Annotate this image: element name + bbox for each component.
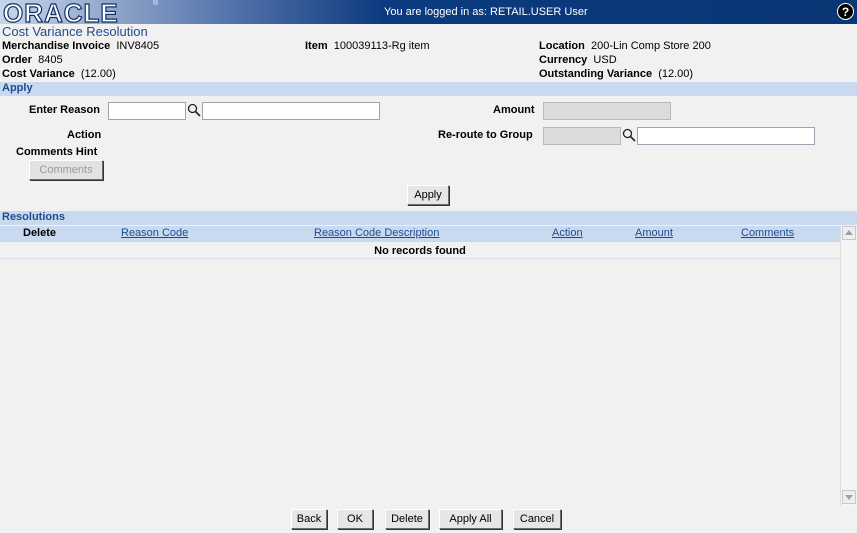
enter-reason-code-input[interactable] <box>108 102 186 120</box>
col-action[interactable]: Action <box>552 227 583 239</box>
scroll-up-button[interactable] <box>842 226 856 240</box>
apply-button[interactable]: Apply <box>407 185 449 205</box>
reroute-code-input <box>543 127 621 145</box>
reroute-desc-input[interactable] <box>637 127 815 145</box>
currency-value: USD <box>593 54 617 66</box>
resolutions-table-body: No records found <box>0 242 840 506</box>
outstanding-variance-value: (12.00) <box>658 68 694 80</box>
merchandise-invoice-label: Merchandise Invoice <box>2 40 111 52</box>
reroute-label: Re-route to Group <box>438 129 533 141</box>
help-icon[interactable]: ? <box>837 3 854 20</box>
login-status: You are logged in as: RETAIL.USER User <box>384 6 588 18</box>
apply-all-button[interactable]: Apply All <box>439 509 502 529</box>
outstanding-variance-field: Outstanding Variance (12.00) <box>539 68 693 80</box>
ok-button[interactable]: OK <box>337 509 373 529</box>
apply-section-title: Apply <box>2 82 33 94</box>
resolutions-section-title: Resolutions <box>2 211 65 223</box>
chevron-down-icon <box>845 495 853 500</box>
enter-reason-desc-input[interactable] <box>202 102 380 120</box>
scroll-down-button[interactable] <box>842 490 856 504</box>
order-label: Order <box>2 54 32 66</box>
chevron-up-icon <box>845 230 853 235</box>
cost-variance-value: (12.00) <box>80 68 116 80</box>
enter-reason-label: Enter Reason <box>29 104 100 116</box>
reason-search-icon[interactable] <box>187 103 201 117</box>
location-label: Location <box>539 40 585 52</box>
currency-label: Currency <box>539 54 588 66</box>
comments-hint-label: Comments Hint <box>16 146 98 158</box>
col-reason-code[interactable]: Reason Code <box>121 227 188 239</box>
action-label: Action <box>67 129 102 141</box>
col-comments[interactable]: Comments <box>741 227 794 239</box>
col-delete: Delete <box>23 227 57 239</box>
order-field: Order 8405 <box>2 54 63 66</box>
header-banner: ORACLE ® You are logged in as: RETAIL.US… <box>0 0 857 29</box>
resolutions-section-bar: Resolutions <box>0 211 857 225</box>
page-title: Cost Variance Resolution <box>2 24 148 39</box>
title-bar: Cost Variance Resolution <box>0 24 857 40</box>
currency-field: Currency USD <box>539 54 617 66</box>
item-value: 100039113-Rg item <box>333 40 430 52</box>
registered-mark: ® <box>153 0 159 7</box>
amount-label: Amount <box>493 104 535 116</box>
merchandise-invoice-value: INV8405 <box>116 40 160 52</box>
apply-section-bar: Apply <box>0 82 857 96</box>
delete-button[interactable]: Delete <box>385 509 429 529</box>
amount-input <box>543 102 671 120</box>
cost-variance-field: Cost Variance (12.00) <box>2 68 116 80</box>
outstanding-variance-label: Outstanding Variance <box>539 68 653 80</box>
col-reason-code-description[interactable]: Reason Code Description <box>314 227 439 239</box>
item-label: Item <box>305 40 328 52</box>
cost-variance-label: Cost Variance <box>2 68 75 80</box>
location-field: Location 200-Lin Comp Store 200 <box>539 40 711 52</box>
resolutions-table-header: Delete Reason Code Reason Code Descripti… <box>0 226 840 242</box>
back-button[interactable]: Back <box>291 509 327 529</box>
table-scrollbar[interactable] <box>840 226 856 506</box>
order-value: 8405 <box>38 54 63 66</box>
merchandise-invoice-field: Merchandise Invoice INV8405 <box>2 40 159 52</box>
no-records-message: No records found <box>374 245 466 257</box>
comments-button[interactable]: Comments <box>29 160 103 180</box>
reroute-search-icon[interactable] <box>622 128 636 142</box>
row-divider <box>0 258 840 259</box>
item-field: Item 100039113-Rg item <box>305 40 430 52</box>
location-value: 200-Lin Comp Store 200 <box>590 40 711 52</box>
cancel-button[interactable]: Cancel <box>513 509 561 529</box>
col-amount[interactable]: Amount <box>635 227 673 239</box>
